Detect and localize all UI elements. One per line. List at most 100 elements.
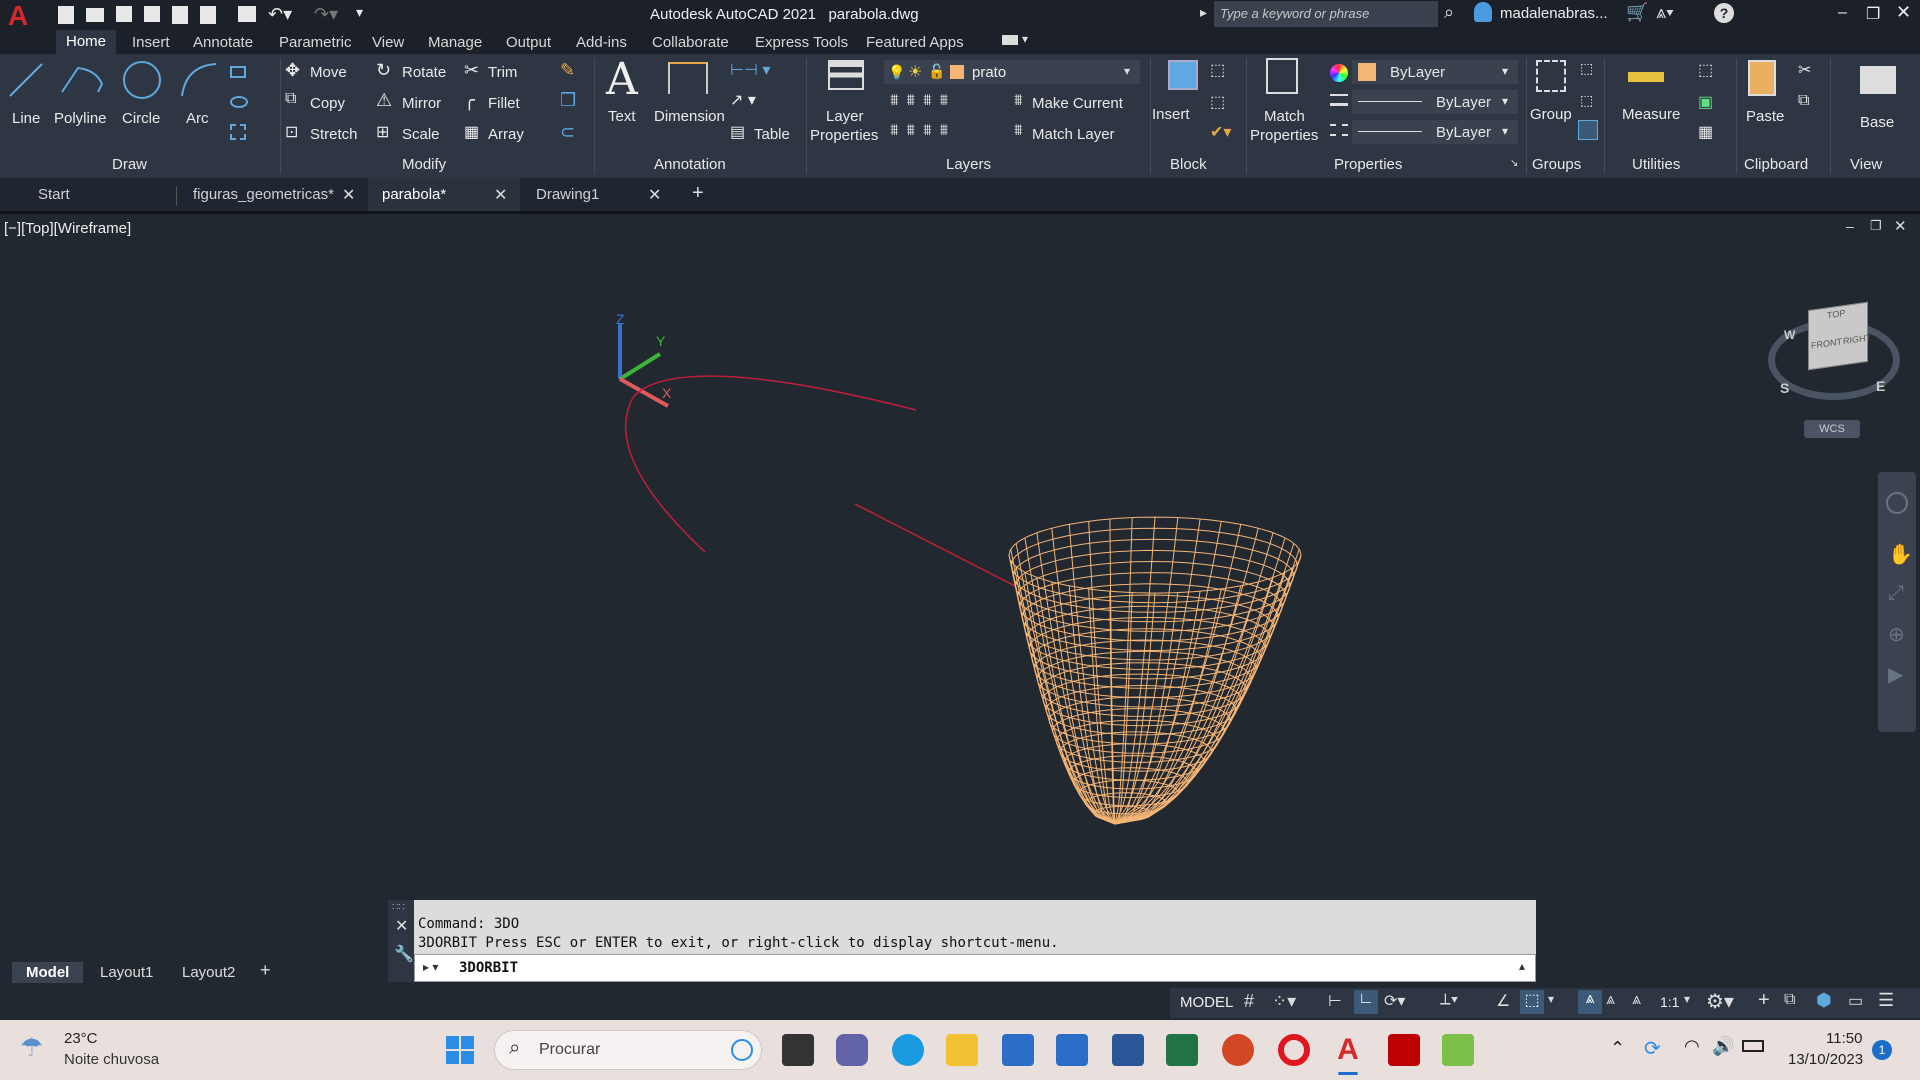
command-grip[interactable]: ∷∷ ✕ 🔧 [388,900,414,982]
user-name[interactable]: madalenabras... [1500,5,1608,22]
show-hidden-icons[interactable]: ⌃ [1610,1038,1625,1059]
store-icon[interactable] [1002,1034,1034,1066]
tab-output[interactable]: Output [506,34,551,51]
match-properties-label-1[interactable]: Match [1264,108,1305,125]
scale-dropdown-icon[interactable]: ▾ [1684,992,1690,1006]
doc-tab-figuras[interactable]: figuras_geometricas* [193,186,334,203]
copy-clip-icon[interactable]: ⧉ [1798,92,1809,110]
dimension-button[interactable]: Dimension [654,108,725,125]
isodraft-icon[interactable]: ⟂▾ [1440,991,1458,1009]
compass-w-label[interactable]: W [1784,328,1795,342]
draw-panel-title[interactable]: Draw [112,156,147,173]
tab-annotate[interactable]: Annotate [193,34,253,51]
base-button[interactable]: Base [1860,114,1894,131]
command-input[interactable]: ▸ ▾ 3DORBIT ▴ [414,954,1536,982]
attribute-icon[interactable]: ✔▾ [1210,122,1231,142]
paraboloid-mesh[interactable] [1008,516,1302,825]
viewcube-right-label[interactable]: RIGHT [1843,332,1871,346]
mirror-button[interactable]: Mirror [402,95,441,112]
wcs-menu[interactable]: WCS [1804,420,1860,438]
taskbar-search[interactable]: ⌕ Procurar [494,1030,762,1070]
auto-scale-icon[interactable]: ⩓ [1606,991,1615,1009]
scale-button[interactable]: Scale [402,126,440,143]
windows-start-icon[interactable] [446,1036,474,1064]
cut-icon[interactable]: ✂ [1798,60,1811,80]
weather-temperature[interactable]: 23°C [64,1030,98,1047]
layer-properties-label-2[interactable]: Properties [810,127,878,144]
copy-button[interactable]: Copy [310,95,345,112]
osnap-tracking-icon[interactable]: ∠ [1496,991,1510,1011]
calculator-icon[interactable]: ▦ [1698,122,1713,142]
move-button[interactable]: Move [310,64,347,81]
make-current-button[interactable]: Make Current [1032,95,1123,112]
notification-badge[interactable]: 1 [1872,1040,1892,1060]
annotation-scale-icon[interactable]: ⩓ [1632,991,1641,1009]
doc-tab-drawing1[interactable]: Drawing1 [536,186,599,203]
stretch-button[interactable]: Stretch [310,126,358,143]
open-icon[interactable] [86,8,104,22]
erase-icon[interactable]: ✎ [560,60,575,81]
grid-icon[interactable]: # [1244,991,1254,1012]
fillet-button[interactable]: Fillet [488,95,520,112]
layout-tab-model[interactable]: Model [12,962,84,983]
layout-tab-layout1[interactable]: Layout1 [100,964,153,981]
units-icon[interactable]: ⧉ [1784,991,1795,1009]
filezilla-icon[interactable] [1388,1034,1420,1066]
print-icon[interactable] [238,6,256,22]
line-button[interactable]: Line [4,58,48,128]
teams-icon[interactable] [836,1034,868,1066]
zoom-icon[interactable]: ⤢ [1888,582,1904,605]
arc-button[interactable]: Arc [176,58,220,138]
table-button[interactable]: Table [754,126,790,143]
tab-home[interactable]: Home [56,30,117,54]
annotation-panel-title[interactable]: Annotation [654,156,726,173]
workspace-gear-icon[interactable]: ⚙▾ [1706,989,1734,1014]
minimize-icon[interactable]: – [1838,4,1847,22]
select-all-icon[interactable]: ▣ [1698,92,1713,112]
block-panel-title[interactable]: Block [1170,156,1207,173]
close-command-icon[interactable]: ✕ [395,916,408,936]
text-button[interactable]: Text [608,108,636,125]
groups-panel-title[interactable]: Groups [1532,156,1581,173]
edit-block-icon[interactable]: ⬚ [1210,92,1225,112]
autocad-taskbar-icon[interactable]: A [1332,1034,1364,1066]
layer-properties-label-1[interactable]: Layer [826,108,864,125]
word-icon[interactable] [1112,1034,1144,1066]
plot-icon[interactable] [172,6,188,24]
viewcube-front-label[interactable]: FRONT [1811,336,1842,350]
save-icon[interactable] [116,6,132,22]
orbit-icon[interactable]: ⊕ [1888,622,1905,647]
annotation-scale[interactable]: 1:1 [1660,994,1679,1010]
a360-icon[interactable]: ⩓▾ [1656,2,1674,23]
model-space-toggle[interactable]: MODEL [1180,994,1233,1011]
tab-add-ins[interactable]: Add-ins [576,34,627,51]
save-as-icon[interactable] [144,6,160,22]
annotation-visibility-icon[interactable]: ⩓ [1578,990,1602,1014]
hatch-icon[interactable] [230,124,246,140]
snap-icon[interactable]: ⁘▾ [1272,991,1296,1012]
search-input[interactable]: Type a keyword or phrase [1214,1,1438,27]
new-tab-icon[interactable]: + [692,182,704,205]
polyline-button[interactable]: Polyline [52,58,116,128]
match-properties-label-2[interactable]: Properties [1250,127,1318,144]
measure-button[interactable]: Measure [1622,106,1680,123]
trim-button[interactable]: Trim [488,64,517,81]
mail-icon[interactable] [1056,1034,1088,1066]
opera-icon[interactable] [1278,1034,1310,1066]
layer-tools-icon-row1[interactable]: ⩩⩩⩩⩩ [890,92,956,110]
isolate-objects-icon[interactable]: ▭ [1848,991,1863,1011]
qat-dropdown-icon[interactable]: ▾ [356,4,363,21]
excel-icon[interactable] [1166,1034,1198,1066]
axis-line[interactable] [854,503,1016,587]
restore-icon[interactable]: ❐ [1866,4,1880,24]
customization-menu-icon[interactable]: ☰ [1878,990,1894,1011]
user-icon[interactable] [1474,2,1492,22]
autocad-logo-icon[interactable]: A [8,2,36,30]
ribbon-toggle-icon[interactable] [1002,35,1018,45]
tab-manage[interactable]: Manage [428,34,482,51]
powerpoint-icon[interactable] [1222,1034,1254,1066]
close-icon[interactable]: ✕ [1896,2,1911,23]
showmotion-icon[interactable]: ▶ [1888,662,1903,687]
weather-icon[interactable]: ☂ [20,1032,43,1063]
undo-icon[interactable]: ↶▾ [268,4,292,25]
